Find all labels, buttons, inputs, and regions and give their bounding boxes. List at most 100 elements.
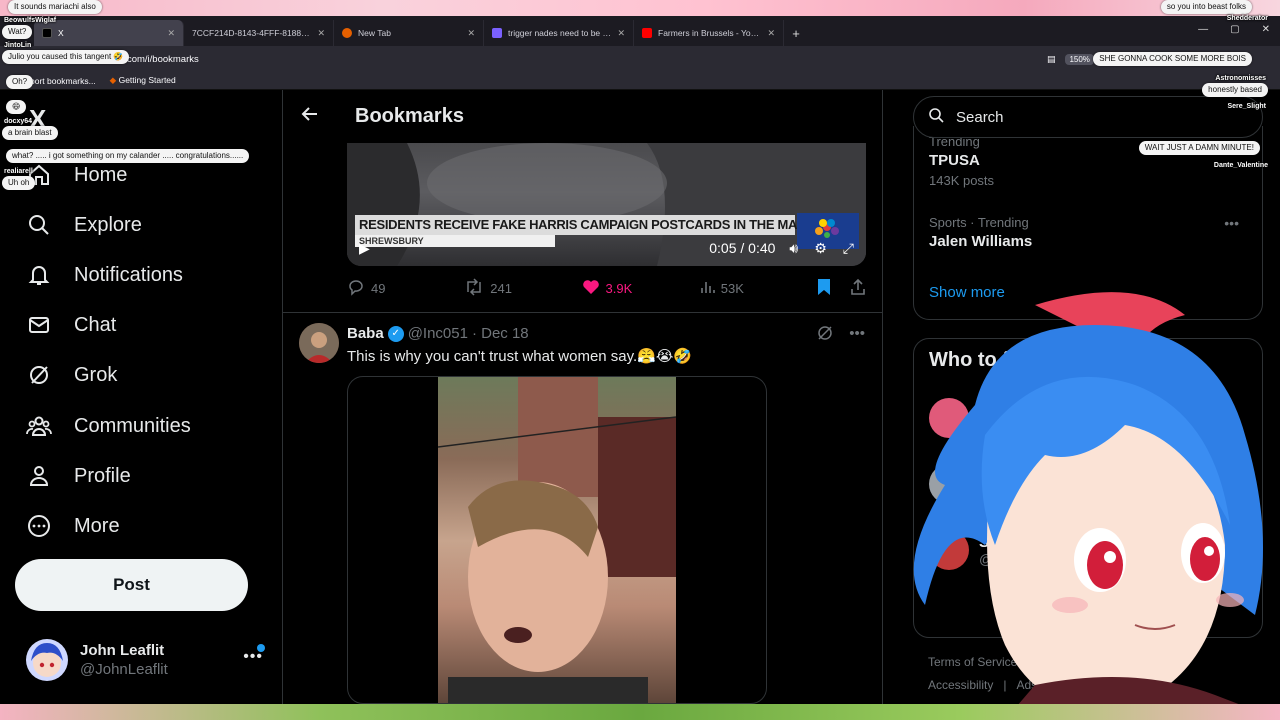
more-icon[interactable]: •••: [1224, 215, 1239, 231]
fullscreen-icon[interactable]: ⤢: [843, 240, 854, 257]
bookmark-getting-started[interactable]: ◆ Getting Started: [110, 75, 176, 86]
back-arrow-icon[interactable]: [283, 105, 337, 128]
tweet-date[interactable]: · Dec 18: [472, 325, 529, 342]
tweet-actions: 49 241 3.9K 53K: [347, 277, 866, 299]
more-circle-icon: [26, 513, 52, 539]
like-count: 3.9K: [605, 280, 633, 296]
page-icon: [492, 28, 502, 38]
avatar: [929, 530, 969, 570]
heart-icon: [582, 278, 600, 299]
stream-decoration-top: [0, 0, 1280, 16]
chat-message: Astronomisses honestly based: [1202, 75, 1268, 97]
close-icon[interactable]: ✕: [167, 28, 175, 39]
nav-item-chat[interactable]: Chat: [26, 305, 116, 345]
firefox-icon: ◆: [109, 75, 117, 85]
tweet-media[interactable]: [347, 376, 767, 704]
search-icon: [928, 107, 944, 127]
repost-icon: [464, 277, 484, 299]
like-button[interactable]: 3.9K: [582, 278, 699, 299]
close-window-icon[interactable]: ✕: [1262, 24, 1270, 35]
close-icon[interactable]: ✕: [467, 28, 475, 39]
video-controls: ▶ 0:05 / 0:40 🔊︎ ⚙ ⤢: [347, 233, 866, 263]
views-button[interactable]: 53K: [699, 279, 816, 298]
footer-accessibility-link[interactable]: Accessibility: [928, 678, 993, 692]
bookmark-icon[interactable]: [816, 278, 832, 299]
repost-count: 241: [490, 280, 512, 296]
nav-item-grok[interactable]: Grok: [26, 355, 117, 395]
video-time: 0:05 / 0:40: [709, 240, 776, 256]
more-icon[interactable]: •••: [243, 648, 263, 666]
trend-item[interactable]: Sports · Trending Jalen Williams •••: [929, 215, 1249, 250]
chat-message: JintoLin Julio you caused this tangent 🤣: [2, 42, 130, 64]
nav-label: Communities: [74, 414, 191, 437]
tab-uuid[interactable]: 7CCF214D-8143-4FFF-8188-173CA ✕: [184, 20, 334, 46]
grok-icon[interactable]: [817, 325, 833, 345]
search-placeholder: Search: [956, 108, 1004, 126]
chat-message: what? ..... i got something on my caland…: [6, 149, 250, 163]
maximize-icon[interactable]: ▢: [1230, 24, 1239, 35]
bookmarks-toolbar: port bookmarks... ◆ Getting Started: [0, 72, 1280, 90]
left-navigation: X Home Explore Notifications Chat Grok C…: [0, 90, 283, 704]
bell-icon: [26, 262, 52, 288]
nav-label: Chat: [74, 313, 117, 336]
chat-message: SHE GONNA COOK SOME MORE BOIS: [1093, 52, 1252, 66]
nav-label: Home: [74, 163, 128, 186]
mail-icon: [26, 312, 52, 338]
tweet-author-handle[interactable]: @Inc051: [408, 325, 468, 342]
new-tab-button[interactable]: +: [784, 20, 808, 46]
show-more-link[interactable]: Show more: [929, 284, 1005, 301]
firefox-icon: [342, 28, 352, 38]
more-icon[interactable]: •••: [849, 325, 865, 345]
bookmark-import[interactable]: port bookmarks...: [30, 76, 96, 86]
footer-ads-info-link[interactable]: Ads info: [1016, 678, 1059, 692]
nav-label: Notifications: [74, 263, 183, 286]
trend-category: Sports · Trending: [929, 215, 1029, 230]
follow-suggestion[interactable]: 해윈 @: [929, 397, 1249, 439]
nav-label: Profile: [74, 464, 131, 487]
tab-trigger-nades[interactable]: trigger nades need to be chang ✕: [484, 20, 634, 46]
nav-item-more[interactable]: More: [26, 506, 120, 546]
follow-suggestion[interactable]: S @: [929, 529, 1249, 571]
repost-button[interactable]: 241: [464, 277, 581, 299]
reader-view-icon[interactable]: ▤: [1047, 54, 1056, 65]
tweet[interactable]: Baba ✓ @Inc051 · Dec 18 ••• This is why …: [283, 313, 882, 704]
close-icon[interactable]: ✕: [767, 28, 775, 39]
nav-item-explore[interactable]: Explore: [26, 205, 142, 245]
search-input[interactable]: Search: [913, 96, 1263, 138]
avatar[interactable]: [299, 323, 339, 363]
nav-item-communities[interactable]: Communities: [26, 406, 191, 446]
trends-panel: Trending TPUSA 143K posts Sports · Trend…: [913, 126, 1263, 320]
minimize-icon[interactable]: —: [1198, 24, 1208, 35]
person-icon: [26, 463, 52, 489]
nav-item-notifications[interactable]: Notifications: [26, 255, 183, 295]
page-header: Bookmarks: [283, 90, 882, 143]
close-icon[interactable]: ✕: [317, 28, 325, 39]
volume-icon[interactable]: 🔊︎: [789, 240, 798, 257]
search-icon: [26, 212, 52, 238]
screen: X ✕ 7CCF214D-8143-4FFF-8188-173CA ✕ New …: [0, 0, 1280, 720]
tab-youtube[interactable]: Farmers in Brussels - YouTube ✕: [634, 20, 784, 46]
reply-button[interactable]: 49: [347, 278, 464, 299]
tab-new-tab[interactable]: New Tab ✕: [334, 20, 484, 46]
share-icon[interactable]: [850, 278, 866, 299]
chat-message: Shedderator: [1226, 15, 1268, 22]
footer-terms-link[interactable]: Terms of Service: [928, 655, 1017, 669]
tweet-author-name[interactable]: Baba: [347, 325, 384, 342]
grok-icon: [26, 362, 52, 388]
chat-message: Dante_Valentine: [1213, 162, 1268, 169]
chat-message: It sounds mariachi also: [8, 0, 102, 14]
tweet-video-player[interactable]: RESIDENTS RECEIVE FAKE HARRIS CAMPAIGN P…: [347, 143, 866, 266]
video-frame: [438, 377, 676, 703]
close-icon[interactable]: ✕: [617, 28, 625, 39]
account-switcher[interactable]: John Leaflit @JohnLeaflit •••: [26, 638, 271, 682]
footer-links: Accessibility | Ads info: [928, 678, 1060, 692]
chat-message: WAIT JUST A DAMN MINUTE!: [1138, 141, 1260, 155]
nav-item-profile[interactable]: Profile: [26, 456, 131, 496]
follow-suggestion[interactable]: [929, 463, 1249, 505]
zoom-level[interactable]: 150%: [1065, 53, 1094, 65]
url-text: x.com/i/bookmarks: [119, 53, 199, 65]
settings-gear-icon[interactable]: ⚙: [814, 240, 827, 257]
post-button[interactable]: Post: [15, 559, 248, 611]
play-icon[interactable]: ▶: [359, 240, 370, 257]
address-bar[interactable]: ⛉ 🔒︎ x.com/i/bookmarks: [86, 49, 1037, 69]
